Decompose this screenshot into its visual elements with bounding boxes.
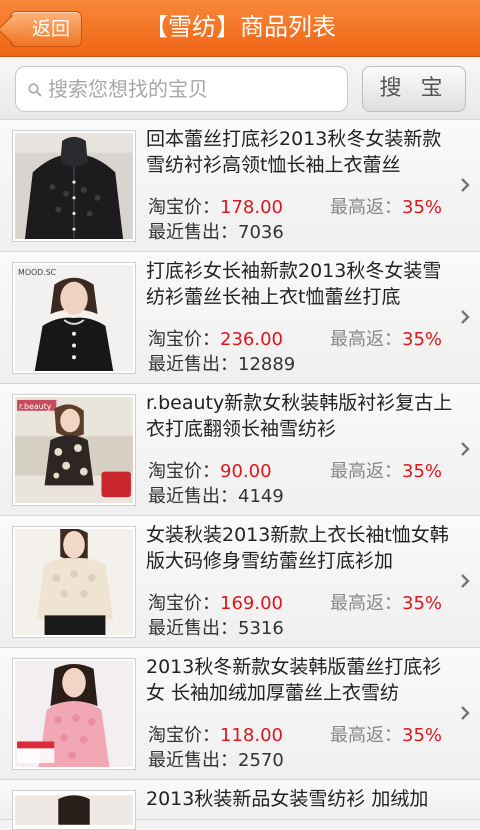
product-image — [15, 529, 133, 635]
product-row[interactable]: 2013秋冬新款女装韩版蕾丝打底衫 女 长袖加绒加厚蕾丝上衣雪纺 淘宝价：118… — [0, 648, 480, 780]
sold-line: 最近售出：12889 — [148, 350, 295, 376]
product-title: 2013秋装新品女装雪纺衫 加绒加 — [146, 788, 429, 810]
back-button[interactable]: 返回 — [10, 11, 82, 47]
rebate-value: 35% — [402, 593, 443, 614]
product-thumbnail — [12, 790, 136, 830]
thumb-brand-text: MOOD.SC — [18, 268, 57, 277]
sold-value: 4149 — [238, 486, 284, 507]
price-line: 淘宝价：118.00 — [148, 721, 283, 747]
price-value: 169.00 — [220, 593, 283, 614]
sold-line: 最近售出：5316 — [148, 614, 284, 640]
search-input[interactable]: 搜索您想找的宝贝 — [15, 66, 348, 112]
rebate-label: 最高返： — [330, 197, 402, 218]
product-image — [15, 133, 133, 239]
chevron-right-icon — [461, 442, 470, 456]
rebate-label: 最高返： — [330, 725, 402, 746]
price-label: 淘宝价： — [148, 725, 220, 746]
rebate-line: 最高返：35% — [330, 193, 442, 219]
search-button[interactable]: 搜 宝 贝 — [362, 66, 466, 145]
product-row[interactable]: r.beauty r.beauty新款女秋装韩版衬衫复古上衣打底翻领长袖雪纺衫 … — [0, 384, 480, 516]
sold-line: 最近售出：4149 — [148, 482, 284, 508]
page-title: 【雪纺】商品列表 — [144, 13, 336, 41]
sold-value: 12889 — [238, 354, 296, 375]
price-value: 90.00 — [220, 461, 272, 482]
sold-line: 最近售出：2570 — [148, 746, 284, 772]
product-thumbnail: r.beauty — [12, 394, 136, 506]
rebate-label: 最高返： — [330, 329, 402, 350]
rebate-line: 最高返：35% — [330, 325, 442, 351]
sold-line: 最近售出：7036 — [148, 218, 284, 244]
rebate-value: 35% — [402, 461, 443, 482]
rebate-label: 最高返： — [330, 461, 402, 482]
search-bar: 搜索您想找的宝贝 搜 宝 贝 — [0, 57, 480, 145]
product-thumbnail: MOOD.SC — [12, 262, 136, 374]
app-header: 返回 【雪纺】商品列表 — [0, 0, 480, 57]
rebate-line: 最高返：35% — [330, 721, 442, 747]
sold-label: 最近售出： — [148, 486, 238, 507]
sold-value: 5316 — [238, 618, 284, 639]
search-icon — [28, 83, 42, 97]
sold-value: 2570 — [238, 750, 284, 771]
price-value: 236.00 — [220, 329, 283, 350]
rebate-line: 最高返：35% — [330, 457, 442, 483]
chevron-right-icon — [461, 574, 470, 588]
price-line: 淘宝价：169.00 — [148, 589, 283, 615]
sold-label: 最近售出： — [148, 354, 238, 375]
chevron-right-icon — [461, 310, 470, 324]
chevron-right-icon — [461, 706, 470, 720]
product-thumbnail — [12, 130, 136, 242]
product-thumbnail — [12, 658, 136, 770]
product-list: 回本蕾丝打底衫2013秋冬女装新款雪纺衬衫高领t恤长袖上衣蕾丝 淘宝价：178.… — [0, 120, 480, 830]
product-title: 女装秋装2013新款上衣长袖t恤女韩版大码修身雪纺蕾丝打底衫加 — [146, 524, 449, 572]
product-row[interactable]: MOOD.SC 打底衫女长袖新款2013秋冬女装雪纺衫蕾丝长袖上衣t恤蕾丝打底 … — [0, 252, 480, 384]
product-title: r.beauty新款女秋装韩版衬衫复古上衣打底翻领长袖雪纺衫 — [146, 392, 453, 440]
rebate-label: 最高返： — [330, 593, 402, 614]
price-value: 178.00 — [220, 197, 283, 218]
thumb-brand-text: r.beauty — [19, 402, 52, 411]
product-image — [15, 661, 133, 767]
price-label: 淘宝价： — [148, 329, 220, 350]
sold-label: 最近售出： — [148, 750, 238, 771]
chevron-right-icon — [461, 178, 470, 192]
rebate-line: 最高返：35% — [330, 589, 442, 615]
product-image: MOOD.SC — [15, 265, 133, 371]
product-row[interactable]: 2013秋装新品女装雪纺衫 加绒加 — [0, 780, 480, 830]
price-label: 淘宝价： — [148, 461, 220, 482]
product-row[interactable]: 回本蕾丝打底衫2013秋冬女装新款雪纺衬衫高领t恤长袖上衣蕾丝 淘宝价：178.… — [0, 120, 480, 252]
price-line: 淘宝价：90.00 — [148, 457, 272, 483]
price-label: 淘宝价： — [148, 593, 220, 614]
price-line: 淘宝价：236.00 — [148, 325, 283, 351]
rebate-value: 35% — [402, 725, 443, 746]
product-title: 打底衫女长袖新款2013秋冬女装雪纺衫蕾丝长袖上衣t恤蕾丝打底 — [146, 260, 442, 308]
product-title: 2013秋冬新款女装韩版蕾丝打底衫 女 长袖加绒加厚蕾丝上衣雪纺 — [146, 656, 442, 704]
sold-value: 7036 — [238, 222, 284, 243]
product-row[interactable]: 女装秋装2013新款上衣长袖t恤女韩版大码修身雪纺蕾丝打底衫加 淘宝价：169.… — [0, 516, 480, 648]
rebate-value: 35% — [402, 329, 443, 350]
sold-label: 最近售出： — [148, 618, 238, 639]
search-placeholder: 搜索您想找的宝贝 — [48, 77, 208, 101]
price-label: 淘宝价： — [148, 197, 220, 218]
product-thumbnail — [12, 526, 136, 638]
price-value: 118.00 — [220, 725, 283, 746]
product-image: r.beauty — [15, 397, 133, 503]
rebate-value: 35% — [402, 197, 443, 218]
price-line: 淘宝价：178.00 — [148, 193, 283, 219]
sold-label: 最近售出： — [148, 222, 238, 243]
product-image — [15, 795, 133, 825]
product-title: 回本蕾丝打底衫2013秋冬女装新款雪纺衬衫高领t恤长袖上衣蕾丝 — [146, 128, 442, 176]
